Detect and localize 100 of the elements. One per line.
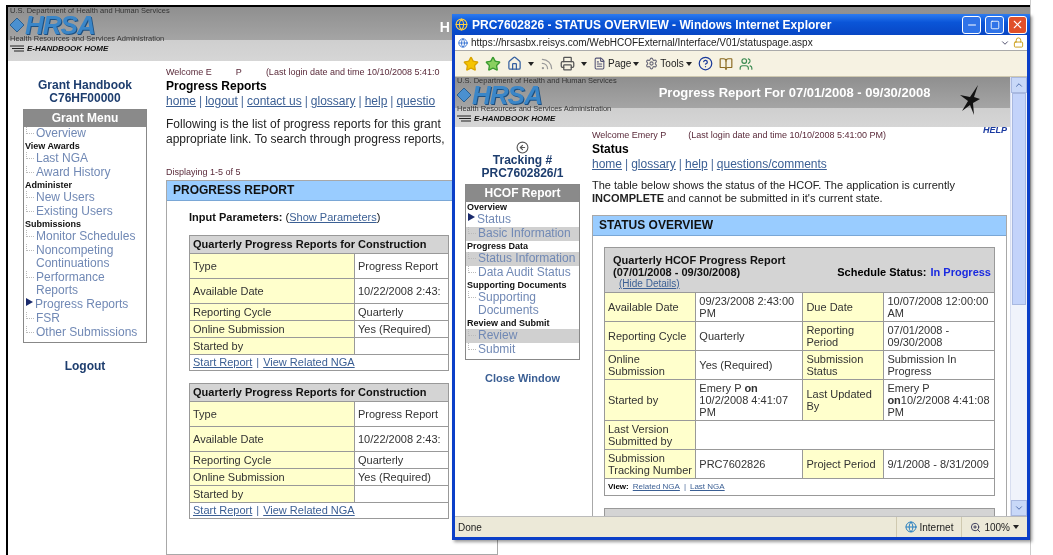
panel-title: STATUS OVERVIEW <box>593 216 1006 236</box>
field-label: Last Version Submitted by <box>604 420 696 450</box>
home-link[interactable]: E-HANDBOOK HOME <box>10 44 170 53</box>
menu-section-label: Submissions <box>24 219 82 230</box>
nav-link[interactable]: contact us <box>247 94 302 108</box>
separator: | <box>199 94 203 108</box>
logout-link[interactable]: Logout <box>64 359 106 373</box>
field-label: Type <box>189 401 355 427</box>
menu-item[interactable]: New Users <box>24 191 146 205</box>
people-icon[interactable] <box>738 56 753 71</box>
zoom-control[interactable]: 100% <box>961 517 1027 537</box>
report-link[interactable]: Start Report <box>193 356 253 369</box>
separator: | <box>304 94 308 108</box>
report-period: (07/01/2008 - 09/30/2008) <box>613 266 742 278</box>
menu-item[interactable]: Noncompeting Continuations <box>24 244 146 271</box>
field-label: Reporting Period <box>802 321 884 351</box>
intro-text: Following is the list of progress reports for this grant <box>166 117 442 132</box>
field-value: Yes (Required) <box>354 320 449 338</box>
add-favorite-star-icon[interactable] <box>485 55 501 72</box>
last-login-text: (Last login date and time 10/10/2008 5:41:0 <box>265 67 440 77</box>
field-label: Available Date <box>604 292 696 322</box>
field-value: 10/07/2008 12:00:00 AM <box>883 292 995 322</box>
help-icon[interactable] <box>697 56 713 71</box>
nav-link[interactable]: home <box>166 94 197 108</box>
report-link[interactable]: View Related NGA <box>263 356 355 369</box>
nav-link[interactable]: help <box>684 157 708 171</box>
field-label: Available Date <box>189 426 355 452</box>
nav-link[interactable]: questio <box>396 94 436 108</box>
print-icon[interactable] <box>560 56 575 71</box>
home-icon[interactable] <box>507 56 522 71</box>
star-icon[interactable] <box>463 55 479 72</box>
field-label: Online Submission <box>604 350 696 380</box>
menu-title: Grant Menu <box>24 110 146 127</box>
view-link[interactable]: Related NGA <box>632 481 680 493</box>
field-value: Yes (Required) <box>695 350 803 380</box>
field-value: Yes (Required) <box>354 468 449 486</box>
schedule-status-value: In Progress <box>930 266 991 278</box>
nav-link[interactable]: glossary <box>631 157 676 171</box>
minimize-button[interactable] <box>962 15 981 34</box>
field-value: 09/23/2008 2:43:00 PM <box>695 292 803 322</box>
field-value: Progress Report <box>354 253 449 279</box>
header-title: Progress Report For 07/01/2008 - 09/30/2008 <box>658 85 931 100</box>
field-value: Emery P on 10/2/2008 4:41:07 PM <box>695 379 803 421</box>
browser-icon <box>455 18 468 31</box>
menu-item[interactable]: Submit <box>466 343 579 357</box>
address-bar[interactable]: https://hrsasbx.reisys.com/WebHCOFExternal/Interface/V01/statuspage.aspx <box>455 35 1027 51</box>
nav-link[interactable]: glossary <box>310 94 356 108</box>
report-link[interactable]: View Related NGA <box>263 504 355 517</box>
menu-section-label: Supporting Documents <box>466 280 568 291</box>
home-link[interactable]: E-HANDBOOK HOME <box>457 114 617 123</box>
menu-item[interactable]: Last NGA <box>24 152 146 166</box>
menu-item[interactable]: Award History <box>24 166 146 180</box>
nav-link[interactable]: home <box>592 157 623 171</box>
scroll-thumb[interactable] <box>1012 93 1026 305</box>
menu-item[interactable]: Monitor Schedules <box>24 230 146 244</box>
menu-item[interactable]: Data Audit Status <box>466 266 579 280</box>
report-title: Quarterly HCOF Progress Report <box>613 254 786 266</box>
tools-menu-button[interactable]: Tools <box>645 57 692 70</box>
tracking-number: PRC7602826/1 <box>481 167 564 180</box>
menu-item[interactable]: Existing Users <box>24 205 146 219</box>
diamond-logo-icon <box>457 88 471 102</box>
close-button[interactable] <box>1008 15 1027 34</box>
separator: | <box>256 504 260 517</box>
menu-item[interactable]: Performance Reports <box>24 271 146 298</box>
show-parameters-link[interactable]: Show Parameters <box>289 211 377 223</box>
menu-item[interactable]: Overview <box>24 127 146 141</box>
menu-item[interactable]: Progress Reports <box>24 298 146 312</box>
globe-icon <box>904 521 917 533</box>
maximize-button[interactable] <box>985 15 1004 34</box>
field-value: 9/1/2008 - 8/31/2009 <box>883 449 995 479</box>
view-link[interactable]: Last NGA <box>689 481 725 493</box>
feed-icon[interactable] <box>540 56 554 71</box>
menu-section-label: Progress Data <box>466 241 530 252</box>
nav-link[interactable]: questions/comments <box>716 157 827 171</box>
status-text: Done <box>457 521 483 533</box>
hide-details-link[interactable]: (Hide Details) <box>619 278 786 290</box>
menu-item[interactable]: Other Submissions <box>24 326 146 340</box>
page-menu-button[interactable]: Page <box>593 57 640 70</box>
report-link[interactable]: Start Report <box>193 504 253 517</box>
nav-link[interactable]: logout <box>205 94 238 108</box>
menu-item[interactable]: FSR <box>24 312 146 326</box>
caret-icon[interactable] <box>1013 525 1019 529</box>
nav-link[interactable]: help <box>364 94 388 108</box>
diamond-logo-icon <box>10 18 24 32</box>
page-title: Progress Reports <box>166 79 268 93</box>
field-label: Project Period <box>802 449 884 479</box>
field-label: Available Date <box>189 278 355 304</box>
field-value: PRC7602826 <box>695 449 803 479</box>
menu-item[interactable]: Supporting Documents <box>466 291 579 318</box>
field-label: Started by <box>604 379 696 421</box>
menu-item[interactable]: Status <box>466 213 579 227</box>
separator: | <box>678 157 682 171</box>
lock-icon <box>1013 37 1024 48</box>
book-icon[interactable] <box>718 56 733 71</box>
separator: | <box>256 356 260 369</box>
menu-title: HCOF Report <box>466 185 579 202</box>
help-link[interactable]: HELP <box>983 125 1007 135</box>
separator: | <box>390 94 394 108</box>
close-window-link[interactable]: Close Window <box>484 372 561 384</box>
menu-section-label: Review and Submit <box>466 318 551 329</box>
